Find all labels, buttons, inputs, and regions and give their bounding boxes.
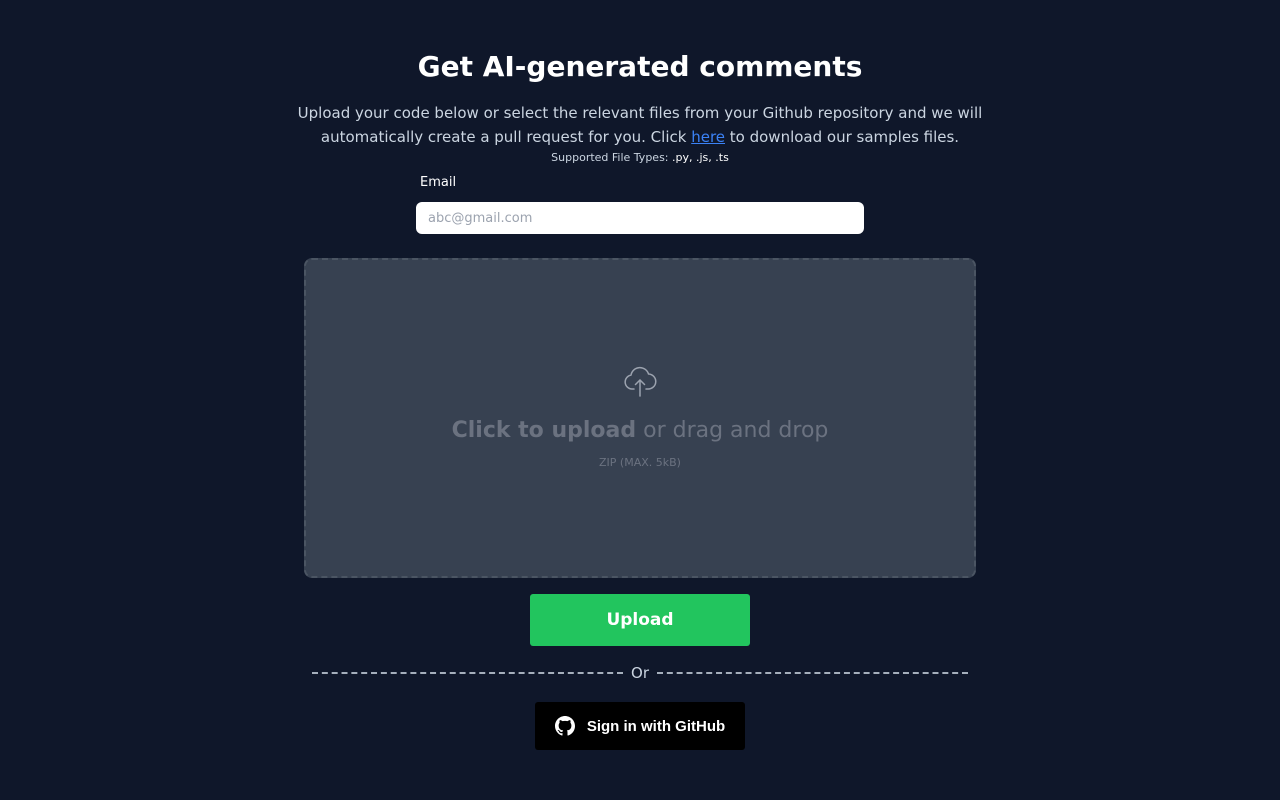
supported-types-value: .py, .js, .ts bbox=[672, 151, 729, 164]
drag-and-drop-text: or drag and drop bbox=[636, 418, 829, 443]
cloud-upload-icon bbox=[624, 366, 657, 397]
sample-files-link[interactable]: here bbox=[691, 128, 725, 146]
click-to-upload-text: Click to upload bbox=[451, 418, 637, 443]
page-description: Upload your code below or select the rel… bbox=[290, 101, 990, 149]
email-field[interactable] bbox=[416, 202, 864, 234]
divider-line-right bbox=[657, 672, 969, 674]
supported-file-types: Supported File Types: .py, .js, .ts bbox=[0, 150, 1280, 166]
github-icon bbox=[554, 716, 575, 736]
divider-line-left bbox=[312, 672, 624, 674]
github-signin-button[interactable]: Sign in with GitHub bbox=[535, 702, 745, 750]
page: Get AI-generated comments Upload your co… bbox=[0, 0, 1280, 800]
file-dropzone[interactable]: Click to upload or drag and drop ZIP (MA… bbox=[304, 258, 976, 578]
description-text-after: to download our samples files. bbox=[725, 128, 960, 146]
divider-text: Or bbox=[631, 664, 649, 682]
email-label: Email bbox=[420, 175, 457, 190]
github-signin-label: Sign in with GitHub bbox=[586, 717, 726, 735]
page-title: Get AI-generated comments bbox=[417, 50, 863, 83]
supported-types-label: Supported File Types: bbox=[551, 151, 673, 164]
dropzone-hint: ZIP (MAX. 5kB) bbox=[599, 456, 681, 469]
upload-button[interactable]: Upload bbox=[530, 594, 750, 646]
or-divider: Or bbox=[312, 663, 969, 683]
dropzone-text: Click to upload or drag and drop bbox=[306, 416, 974, 446]
